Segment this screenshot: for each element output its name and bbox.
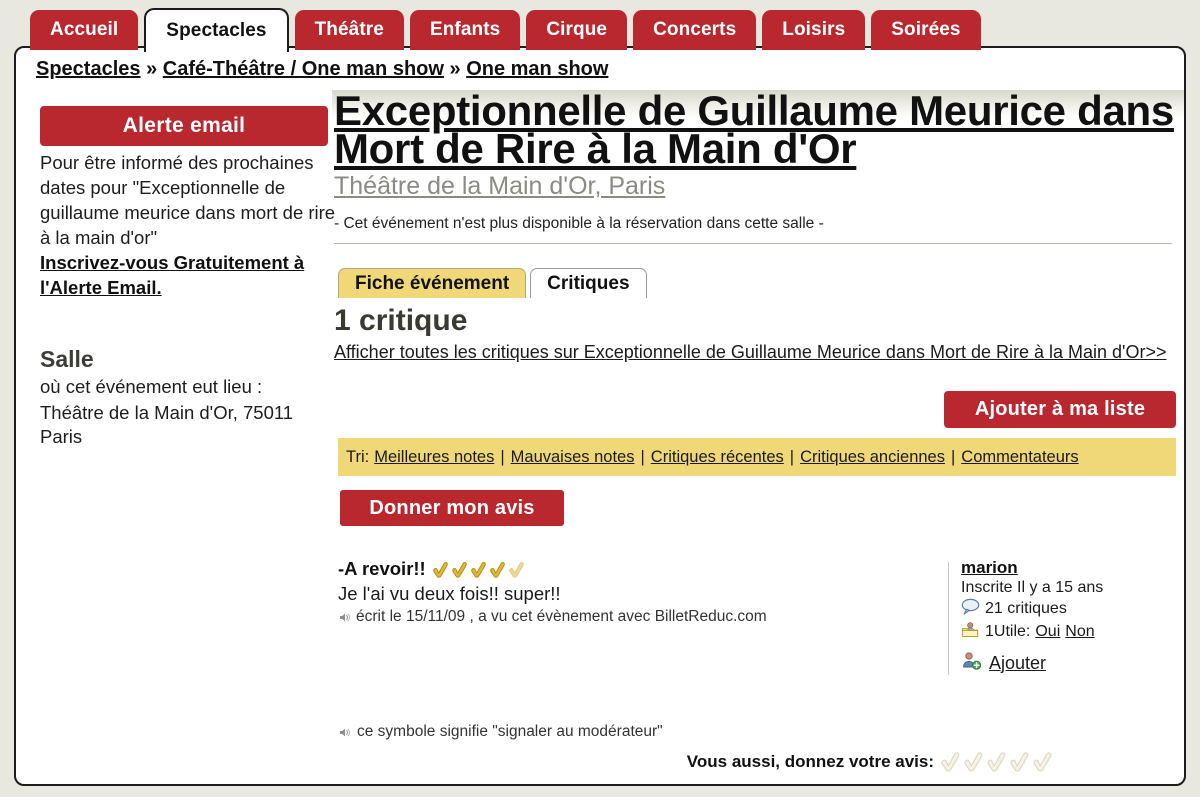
nav-tab-concerts[interactable]: Concerts [633,10,757,50]
sort-separator: | [950,447,956,466]
author-name-link[interactable]: marion [961,558,1018,577]
useful-card-icon [961,621,980,643]
review-title: -A revoir!! [338,558,426,579]
page-title[interactable]: Exceptionnelle de Guillaume Meurice dans… [332,90,1184,170]
nav-tab-label: Accueil [50,19,119,40]
nav-tab-label: Concerts [653,19,737,40]
rating-tick[interactable] [963,751,985,772]
breadcrumb-item-3[interactable]: One man show [466,58,608,80]
author-add-row: Ajouter [961,651,1179,675]
nav-tab-label: Théâtre [314,19,384,40]
sidebar: Alerte email Pour être informé des proch… [30,92,335,449]
report-icon [338,726,351,739]
breadcrumb-separator-2: » [449,58,461,80]
useful-label: 1Utile: [985,623,1031,640]
rating-tick[interactable] [451,561,469,578]
page-footer: ce symbole signifie "signaler au modérat… [338,723,1184,772]
nav-tab-soires[interactable]: Soirées [871,10,981,50]
divider [334,243,1172,244]
nav-tab-thtre[interactable]: Théâtre [294,10,404,50]
sort-bar: Tri: Meilleures notes | Mauvaises notes | Cr… [338,438,1176,476]
give-opinion-button[interactable]: Donner mon avis [340,490,564,526]
content-panel: Spectacles » Café-Théâtre / One man show… [14,46,1186,786]
main-navigation: Accueil Spectacles Théâtre Enfants Cirque Con… [0,0,1200,52]
venue-address: Théâtre de la Main d'Or, 75011 Paris [40,402,294,447]
review-meta-text: écrit le 15/11/09 , a vu cet évènement a… [356,608,767,625]
author-membership: Inscrite Il y a 15 ans [961,579,1104,596]
availability-notice: - Cet événement n'est plus disponible à … [334,215,824,232]
email-alert-button[interactable]: Alerte email [40,106,328,146]
nav-tab-label: Cirque [546,19,608,40]
add-author-link[interactable]: Ajouter [989,653,1046,674]
sort-separator: | [500,447,505,466]
nav-tab-spectacles[interactable]: Spectacles [144,8,289,52]
author-critiques-count: 21 critiques [985,600,1067,617]
review-body: Je l'ai vu deux fois!! super!! [338,583,561,604]
event-venue-link[interactable]: Théâtre de la Main d'Or, Paris [334,172,665,201]
venue-section-subtitle: où cet événement eut lieu : [40,376,263,397]
footer-rating-ticks[interactable] [940,751,1054,772]
rating-tick[interactable] [940,751,962,772]
rating-tick[interactable] [508,561,526,578]
author-critiques-row: 21 critiques [961,598,1179,620]
sort-option-mauvaisesnotes[interactable]: Mauvaises notes [511,448,635,466]
rating-tick[interactable] [470,561,488,578]
rating-tick[interactable] [432,561,450,578]
nav-tab-label: Soirées [891,19,961,40]
main-content: Exceptionnelle de Guillaume Meurice dans… [332,90,1184,675]
rating-tick[interactable] [1032,751,1054,772]
rating-tick[interactable] [489,561,507,578]
useful-no-link[interactable]: Non [1065,623,1094,641]
review-block: -A revoir!! Je l'ai vu deux fois!! super… [332,558,1182,675]
sort-prefix-label: Tri: [346,447,370,466]
sort-option-critiquesanciennes[interactable]: Critiques anciennes [800,448,945,466]
nav-tab-accueil[interactable]: Accueil [30,10,139,50]
review-rating-ticks [432,561,526,578]
rate-prompt-label: Vous aussi, donnez votre avis: [686,751,934,771]
nav-tab-enfants[interactable]: Enfants [409,10,521,50]
review-title-row: -A revoir!! [338,558,948,580]
rating-tick[interactable] [986,751,1008,772]
breadcrumb-separator-1: » [146,58,158,80]
author-useful-row: 1Utile: Oui Non [961,621,1179,643]
sort-option-critiquesrcentes[interactable]: Critiques récentes [651,448,784,466]
breadcrumb: Spectacles » Café-Théâtre / One man show… [36,58,608,81]
review-separator [948,562,949,675]
venue-section-heading: Salle [40,346,94,372]
subtab-label: Fiche événement [355,272,510,294]
symbol-note-row: ce symbole signifie "signaler au modérat… [338,723,1184,741]
critiques-count: 1 critique [334,304,468,337]
subtab-fichevnement[interactable]: Fiche événement [338,268,527,298]
nav-tab-label: Spectacles [166,20,267,41]
sort-separator: | [640,447,645,466]
sort-option-meilleuresnotes[interactable]: Meilleures notes [374,448,494,466]
breadcrumb-item-2[interactable]: Café-Théâtre / One man show [163,58,444,80]
speech-bubble-icon [961,598,980,620]
subtab-label: Critiques [547,272,630,294]
content-subtabs: Fiche événement Critiques [338,266,1184,298]
footer-rating-row: Vous aussi, donnez votre avis: [338,751,1184,772]
nav-tab-cirque[interactable]: Cirque [526,10,628,50]
subtab-critiques[interactable]: Critiques [530,268,647,298]
show-all-critiques-link[interactable]: Afficher toutes les critiques sur Except… [334,340,1174,365]
review-content: -A revoir!! Je l'ai vu deux fois!! super… [332,558,948,675]
sort-option-commentateurs[interactable]: Commentateurs [961,448,1078,466]
breadcrumb-item-1[interactable]: Spectacles [36,58,141,80]
review-meta-row: écrit le 15/11/09 , a vu cet évènement a… [338,608,948,626]
email-alert-signup-link[interactable]: Inscrivez-vous Gratuitement à l'Alerte E… [40,250,336,300]
review-author-panel: marion Inscrite Il y a 15 ans 21 critiqu… [961,558,1179,675]
nav-tab-label: Loisirs [782,19,846,40]
rating-tick[interactable] [1009,751,1031,772]
symbol-note-text: ce symbole signifie "signaler au modérat… [357,723,663,740]
report-icon[interactable] [338,611,351,624]
add-to-list-row: Ajouter à ma liste [332,391,1176,428]
sort-separator: | [789,447,795,466]
useful-yes-link[interactable]: Oui [1035,623,1060,641]
email-alert-description: Pour être informé des prochaines dates p… [40,152,336,248]
add-person-icon[interactable] [961,651,982,675]
nav-tab-label: Enfants [429,19,501,40]
add-to-list-button[interactable]: Ajouter à ma liste [944,391,1176,428]
nav-tab-loisirs[interactable]: Loisirs [762,10,866,50]
